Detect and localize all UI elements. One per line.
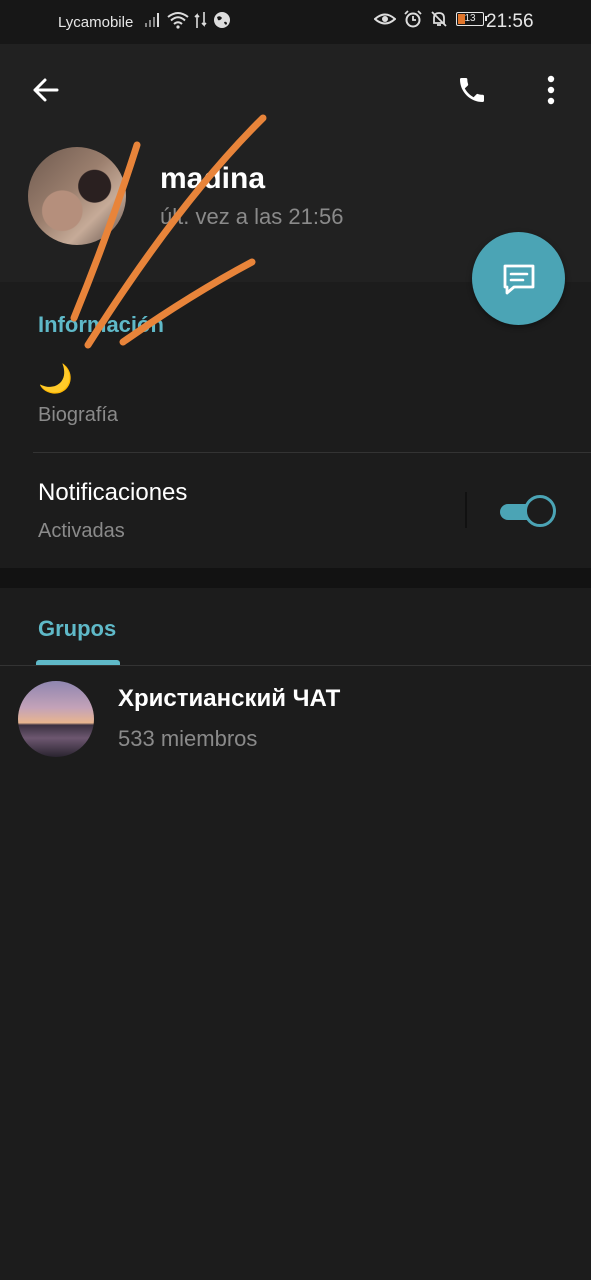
bio-value: 🌙	[38, 363, 73, 394]
list-item[interactable]: Христианский ЧАТ 533 miembros	[0, 678, 591, 762]
carrier-name: Lycamobile	[58, 14, 134, 31]
send-message-button[interactable]	[472, 232, 565, 325]
more-options-button[interactable]	[527, 66, 575, 114]
notifications-status: Activadas	[38, 520, 125, 542]
group-member-count: 533 miembros	[118, 726, 258, 751]
profile-avatar[interactable]	[28, 147, 126, 245]
notifications-toggle[interactable]	[500, 495, 556, 527]
signal-icon	[145, 13, 159, 27]
notifications-label[interactable]: Notificaciones	[38, 479, 187, 507]
tab-groups[interactable]: Grupos	[38, 616, 116, 642]
last-seen-status: últ. vez a las 21:56	[160, 204, 344, 229]
group-name: Христианский ЧАТ	[118, 685, 341, 712]
wifi-icon	[167, 12, 189, 29]
alarm-icon	[404, 10, 422, 28]
bio-label: Biografía	[38, 404, 119, 426]
status-bar: Lycamobile 13 21:56	[0, 0, 591, 44]
globe-icon	[214, 12, 230, 28]
battery-icon: 13	[456, 12, 487, 26]
section-gap	[0, 568, 591, 588]
group-avatar	[18, 681, 94, 757]
profile-name: madina	[160, 162, 266, 195]
battery-level: 13	[464, 13, 476, 24]
info-section-title: Información	[38, 312, 164, 337]
eye-icon	[374, 13, 396, 25]
divider	[33, 452, 591, 453]
phone-icon	[460, 78, 484, 102]
vertical-divider	[465, 492, 467, 528]
data-icon	[194, 12, 207, 28]
mute-icon	[431, 11, 447, 27]
call-button[interactable]	[448, 66, 496, 114]
groups-section: Grupos Христианский ЧАТ 533 miembros	[0, 588, 591, 1280]
status-time: 21:56	[486, 11, 534, 32]
back-button[interactable]	[21, 66, 69, 114]
arrow-left-icon	[33, 78, 59, 102]
chat-bubble-icon	[503, 264, 534, 294]
more-vertical-icon	[547, 75, 555, 105]
info-section: Información 🌙 Biografía Notificaciones A…	[0, 282, 591, 568]
tab-divider	[0, 665, 591, 666]
